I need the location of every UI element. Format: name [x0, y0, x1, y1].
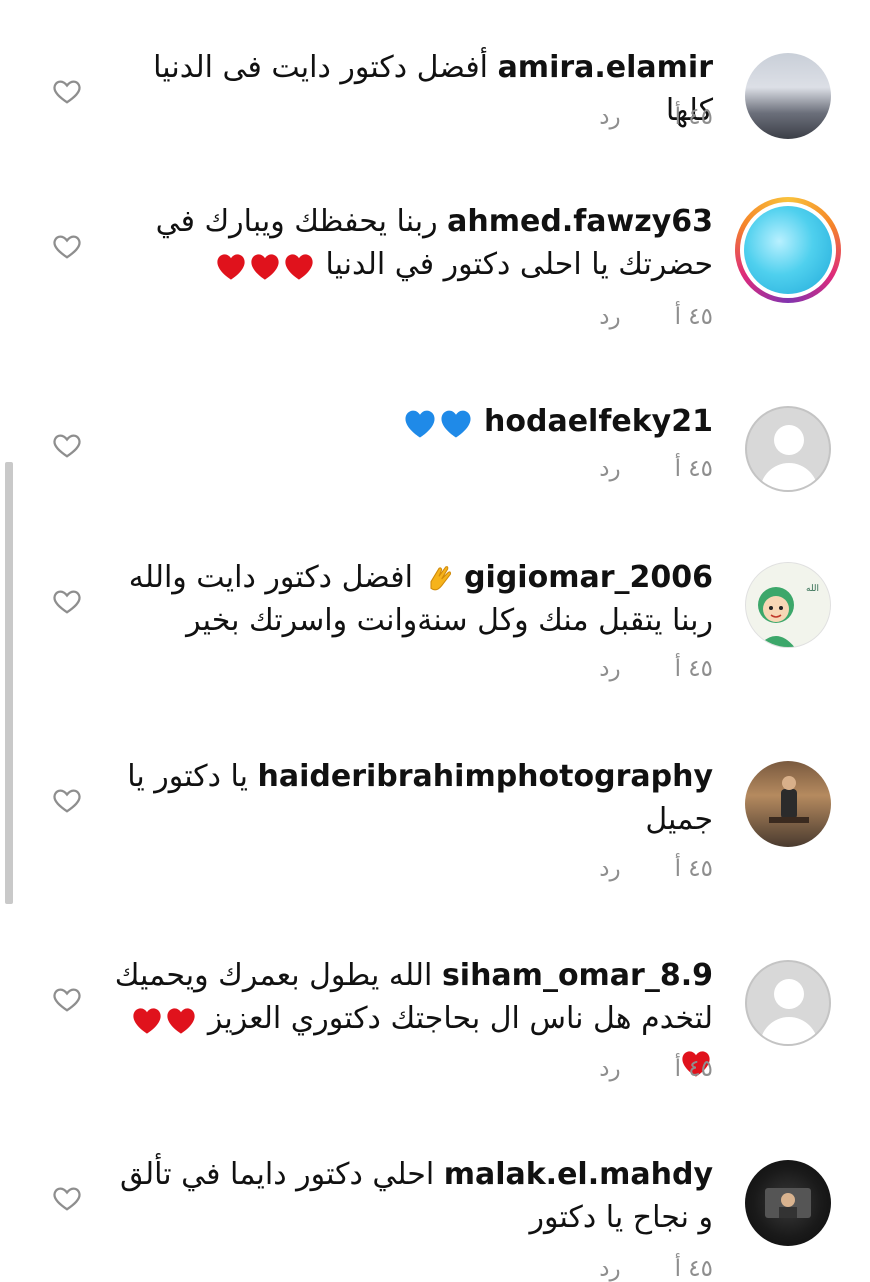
blue-heart-icon: [438, 407, 474, 439]
comment-body: ahmed.fawzy63 ربنا يحفظك ويبارك في حضرتك…: [113, 200, 713, 286]
like-heart-icon[interactable]: [52, 1183, 82, 1213]
comment-body: hodaelfeky21: [113, 400, 713, 443]
comment-meta: ٤٥ أ رد: [599, 656, 713, 682]
red-heart-icon: [130, 1005, 164, 1035]
comment-body: malak.el.mahdy احلي دكتور دايما في تألق …: [113, 1153, 713, 1239]
reply-button[interactable]: رد: [599, 304, 620, 330]
comment-username[interactable]: hodaelfeky21: [484, 404, 713, 439]
comment-meta: ٤٥ أ رد: [599, 304, 713, 330]
avatar[interactable]: الله: [745, 562, 831, 648]
comment-meta: ٤٥ أ رد: [599, 104, 713, 130]
comment-meta: ٤٥ أ رد: [599, 456, 713, 482]
like-heart-icon[interactable]: [52, 785, 82, 815]
comment-time: ٤٥ أ: [674, 856, 713, 882]
like-heart-icon[interactable]: [52, 76, 82, 106]
avatar[interactable]: [745, 1160, 831, 1246]
like-heart-icon[interactable]: [52, 984, 82, 1014]
red-heart-icon: [282, 251, 316, 281]
avatar[interactable]: [745, 406, 831, 492]
like-heart-icon[interactable]: [52, 430, 82, 460]
comment-username[interactable]: haideribrahimphotography: [258, 759, 714, 794]
blue-heart-icon: [402, 407, 438, 439]
red-heart-icon: [248, 251, 282, 281]
avatar[interactable]: [745, 761, 831, 847]
comment-time: ٤٥ أ: [674, 1056, 713, 1082]
comment-body: gigiomar_2006 افضل دكتور دايت والله ربنا…: [113, 556, 713, 642]
red-heart-icon: [164, 1005, 198, 1035]
comment-meta: ٤٥ أ رد: [599, 1256, 713, 1282]
comment-username[interactable]: gigiomar_2006: [464, 560, 713, 595]
comment-time: ٤٥ أ: [674, 656, 713, 682]
comment-username[interactable]: siham_omar_8.9: [442, 958, 713, 993]
reply-button[interactable]: رد: [599, 104, 620, 130]
like-heart-icon[interactable]: [52, 231, 82, 261]
avatar[interactable]: [745, 960, 831, 1046]
reply-button[interactable]: رد: [599, 656, 620, 682]
comment-meta: ٤٥ أ رد: [599, 1056, 713, 1082]
reply-button[interactable]: رد: [599, 456, 620, 482]
avatar[interactable]: [745, 53, 831, 139]
comment-username[interactable]: ahmed.fawzy63: [447, 204, 713, 239]
comment-username[interactable]: amira.elamir: [498, 50, 713, 85]
svg-text:الله: الله: [806, 584, 819, 594]
comment-meta: ٤٥ أ رد: [599, 856, 713, 882]
reply-button[interactable]: رد: [599, 856, 620, 882]
like-heart-icon[interactable]: [52, 586, 82, 616]
comment-time: ٤٥ أ: [674, 1256, 713, 1282]
reply-button[interactable]: رد: [599, 1256, 620, 1282]
comment-body: haideribrahimphotography يا دكتور يا جمي…: [113, 755, 713, 841]
clapping-hands-icon: [423, 563, 455, 595]
comment-time: ٤٥ أ: [674, 104, 713, 130]
scrollbar[interactable]: [5, 462, 13, 904]
comment-username[interactable]: malak.el.mahdy: [444, 1157, 713, 1192]
reply-button[interactable]: رد: [599, 1056, 620, 1082]
avatar[interactable]: [735, 197, 841, 303]
comment-time: ٤٥ أ: [674, 304, 713, 330]
red-heart-icon: [214, 251, 248, 281]
comment-time: ٤٥ أ: [674, 456, 713, 482]
